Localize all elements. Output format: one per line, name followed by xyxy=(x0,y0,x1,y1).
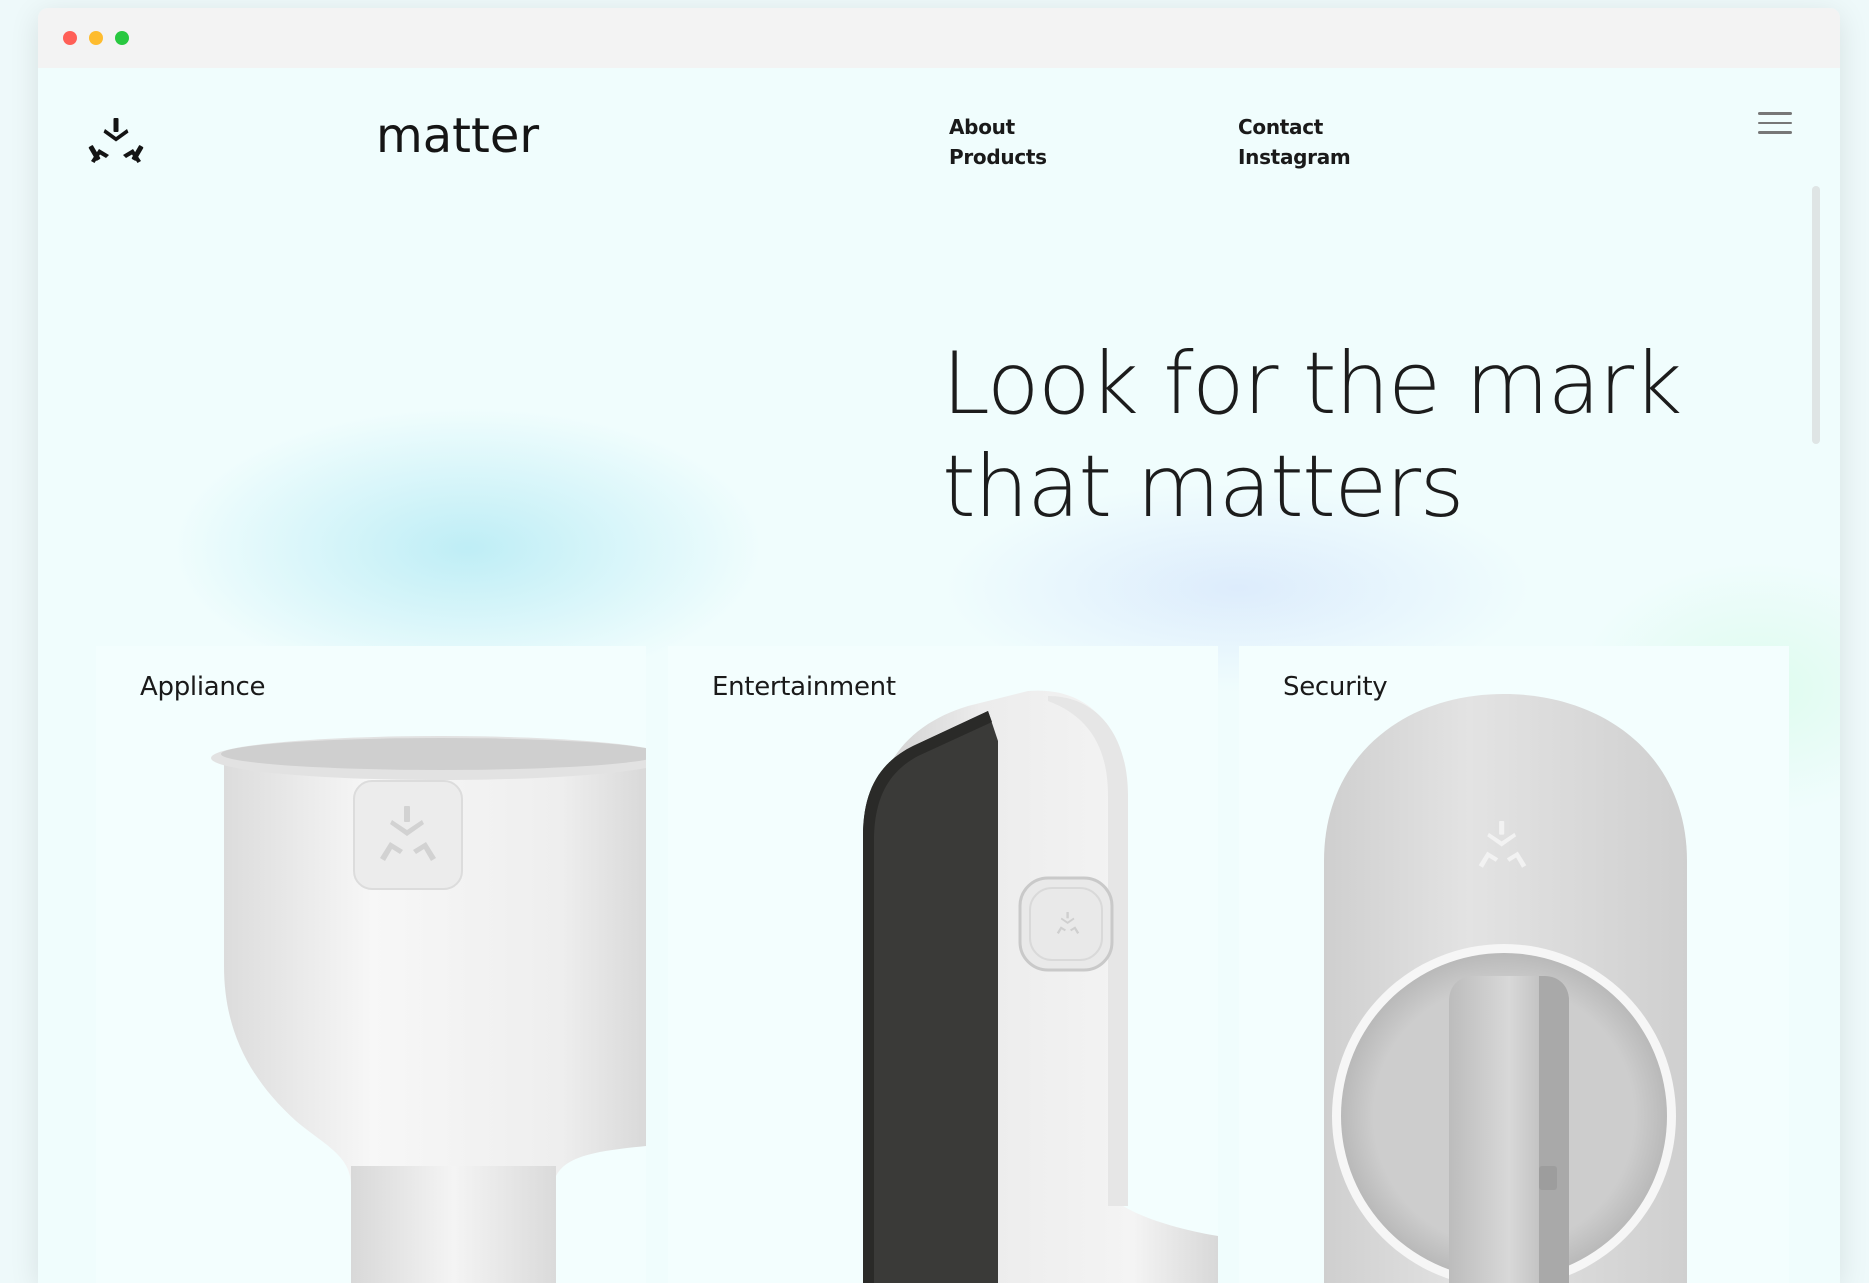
nav-link-products[interactable]: Products xyxy=(949,146,1047,168)
category-card-entertainment[interactable]: Entertainment xyxy=(668,646,1218,1283)
card-title-entertainment: Entertainment xyxy=(712,672,896,702)
nav-link-contact[interactable]: Contact xyxy=(1238,116,1350,138)
category-card-appliance[interactable]: Appliance xyxy=(96,646,646,1283)
page-content: matter About Products Contact Instagram … xyxy=(38,68,1840,1283)
hero-line-1: Look for the mark xyxy=(942,334,1682,434)
smart-bulb-image xyxy=(211,736,646,1283)
hamburger-menu-icon[interactable] xyxy=(1758,112,1792,142)
nav-link-about[interactable]: About xyxy=(949,116,1047,138)
minimize-window-button[interactable] xyxy=(89,31,103,45)
zoom-window-button[interactable] xyxy=(115,31,129,45)
browser-window: matter About Products Contact Instagram … xyxy=(38,8,1840,1283)
card-title-security: Security xyxy=(1283,672,1388,702)
nav-link-instagram[interactable]: Instagram xyxy=(1238,146,1351,168)
hero-line-2: that matters xyxy=(942,437,1464,537)
close-window-button[interactable] xyxy=(63,31,77,45)
page-scrollbar[interactable] xyxy=(1812,186,1820,444)
nav-column-primary: About Products xyxy=(949,116,1047,168)
card-title-appliance: Appliance xyxy=(140,672,266,702)
brand-wordmark[interactable]: matter xyxy=(376,108,539,164)
smart-lock-image xyxy=(1324,694,1687,1283)
matter-logo-icon[interactable] xyxy=(88,115,144,171)
window-titlebar xyxy=(38,8,1840,68)
hero-heading: Look for the mark that matters xyxy=(942,333,1682,539)
category-card-security[interactable]: Security xyxy=(1239,646,1789,1283)
smart-display-image xyxy=(863,690,1218,1283)
nav-column-secondary: Contact Instagram xyxy=(1238,116,1351,168)
